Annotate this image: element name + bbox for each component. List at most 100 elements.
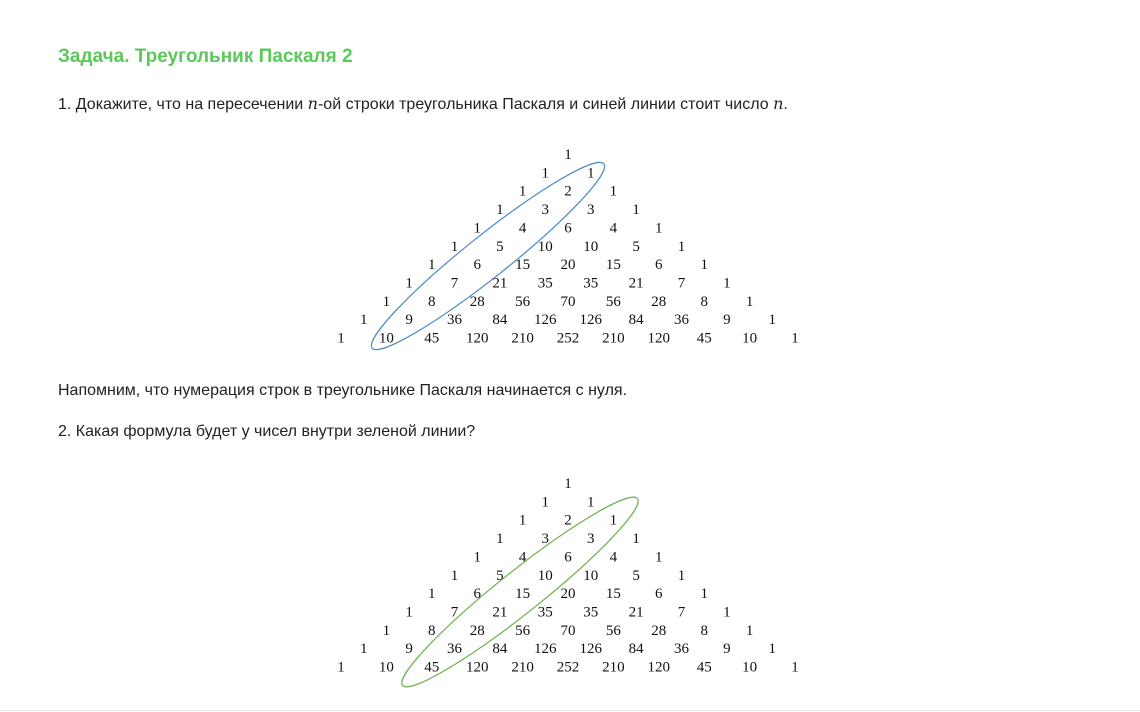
- pascal-entry: 10: [742, 660, 757, 676]
- pascal-entry: 70: [561, 623, 576, 639]
- pascal-entry: 84: [629, 312, 645, 328]
- pascal-entry: 1: [360, 641, 368, 657]
- question-1-middle: -ой строки треугольника Паскаля и синей …: [317, 96, 774, 113]
- pascal-entry: 1: [632, 531, 640, 547]
- pascal-entry: 1: [746, 623, 754, 639]
- pascal-entry: 210: [602, 660, 625, 676]
- pascal-entry: 10: [538, 239, 553, 255]
- pascal-entry: 6: [655, 586, 663, 602]
- pascal-entry: 28: [470, 294, 485, 310]
- pascal-entry: 2: [564, 513, 572, 529]
- pascal-entry: 6: [564, 220, 572, 236]
- pascal-entry: 4: [610, 549, 618, 565]
- pascal-entry: 4: [610, 220, 618, 236]
- pascal-entry: 1: [700, 586, 708, 602]
- pascal-entry: 10: [742, 331, 757, 347]
- pascal-entry: 35: [583, 276, 598, 292]
- pascal-entry: 1: [383, 294, 391, 310]
- question-1-suffix: .: [783, 96, 788, 113]
- pascal-entry: 1: [496, 531, 504, 547]
- pascal-entry: 1: [360, 312, 368, 328]
- pascal-entry: 35: [583, 605, 598, 621]
- pascal-entry: 1: [746, 294, 754, 310]
- pascal-entry: 9: [405, 312, 413, 328]
- pascal-entry: 210: [602, 331, 625, 347]
- pascal-entry: 1: [678, 568, 686, 584]
- pascal-entry: 8: [700, 623, 708, 639]
- pascal-entry: 10: [583, 568, 598, 584]
- pascal-entry: 8: [428, 623, 436, 639]
- pascal-entry: 7: [678, 605, 686, 621]
- pascal-entry: 126: [579, 641, 602, 657]
- pascal-entry: 1: [769, 641, 777, 657]
- pascal-entry: 1: [337, 660, 345, 676]
- pascal-entry: 10: [379, 331, 394, 347]
- pascal-entry: 9: [723, 641, 731, 657]
- pascal-entry: 36: [674, 312, 690, 328]
- pascal-entry: 252: [557, 660, 580, 676]
- pascal-entry: 120: [466, 660, 489, 676]
- pascal-entry: 7: [678, 276, 686, 292]
- pascal-entry: 56: [606, 623, 622, 639]
- pascal-entry: 5: [496, 239, 504, 255]
- pascal-entry: 1: [587, 165, 595, 181]
- pascal-entry: 1: [337, 331, 345, 347]
- pascal-entry: 36: [447, 641, 463, 657]
- pascal-entry: 1: [496, 202, 504, 218]
- pascal-entry: 36: [674, 641, 690, 657]
- pascal-entry: 1: [769, 312, 777, 328]
- pascal-entry: 126: [579, 312, 602, 328]
- bottom-divider: [0, 710, 1140, 711]
- question-1: 1. Докажите, что на пересечении n-ой стр…: [58, 94, 788, 114]
- pascal-entry: 56: [515, 294, 531, 310]
- question-1-prefix: 1. Докажите, что на пересечении: [58, 96, 308, 113]
- pascal-entry: 210: [511, 331, 534, 347]
- pascal-entry: 1: [791, 331, 799, 347]
- pascal-entry: 1: [587, 494, 595, 510]
- pascal-entry: 1: [542, 494, 550, 510]
- pascal-entry: 1: [700, 257, 708, 273]
- pascal-entry: 9: [723, 312, 731, 328]
- pascal-entry: 1: [428, 586, 436, 602]
- pascal-entry: 10: [583, 239, 598, 255]
- pascal-entry: 1: [610, 184, 618, 200]
- pascal-entry: 56: [515, 623, 531, 639]
- pascal-entry: 9: [405, 641, 413, 657]
- question-2: 2. Какая формула будет у чисел внутри зе…: [58, 423, 476, 440]
- pascal-entry: 126: [534, 641, 557, 657]
- pascal-entry: 28: [651, 623, 666, 639]
- pascal-entry: 1: [610, 513, 618, 529]
- pascal-entry: 1: [405, 276, 413, 292]
- math-variable-n: n: [773, 94, 784, 113]
- pascal-entry: 8: [428, 294, 436, 310]
- pascal-entry: 210: [511, 660, 534, 676]
- pascal-entry: 1: [723, 605, 731, 621]
- pascal-entry: 21: [629, 605, 644, 621]
- pascal-entry: 5: [632, 568, 640, 584]
- pascal-entry: 1: [678, 239, 686, 255]
- pascal-entry: 7: [451, 276, 459, 292]
- pascal-entry: 15: [606, 586, 621, 602]
- pascal-entry: 35: [538, 276, 553, 292]
- pascal-entry: 28: [651, 294, 666, 310]
- pascal-entry: 1: [723, 276, 731, 292]
- pascal-entry: 1: [655, 220, 663, 236]
- pascal-entry: 10: [379, 660, 394, 676]
- pascal-entry: 1: [473, 549, 481, 565]
- pascal-entry: 10: [538, 568, 553, 584]
- pascal-entry: 3: [542, 202, 550, 218]
- pascal-entry: 56: [606, 294, 622, 310]
- pascal-entry: 1: [564, 476, 572, 492]
- pascal-entry: 1: [519, 513, 527, 529]
- pascal-entry: 120: [648, 660, 671, 676]
- pascal-entry: 1: [632, 202, 640, 218]
- pascal-entry: 1: [473, 220, 481, 236]
- pascal-triangle-blue: 11 11 2 11 3 3 11 4 6 4 11 5 10 10 5 11 6 15 20 15 6 11 7 21 35 3…: [337, 147, 799, 351]
- pascal-entry: 120: [648, 331, 671, 347]
- task-title: Задача. Треугольник Паскаля 2: [58, 46, 353, 67]
- pascal-entry: 20: [561, 586, 576, 602]
- pascal-entry: 3: [587, 531, 595, 547]
- pascal-entry: 45: [424, 660, 439, 676]
- pascal-entry: 1: [405, 605, 413, 621]
- pascal-entry: 120: [466, 331, 489, 347]
